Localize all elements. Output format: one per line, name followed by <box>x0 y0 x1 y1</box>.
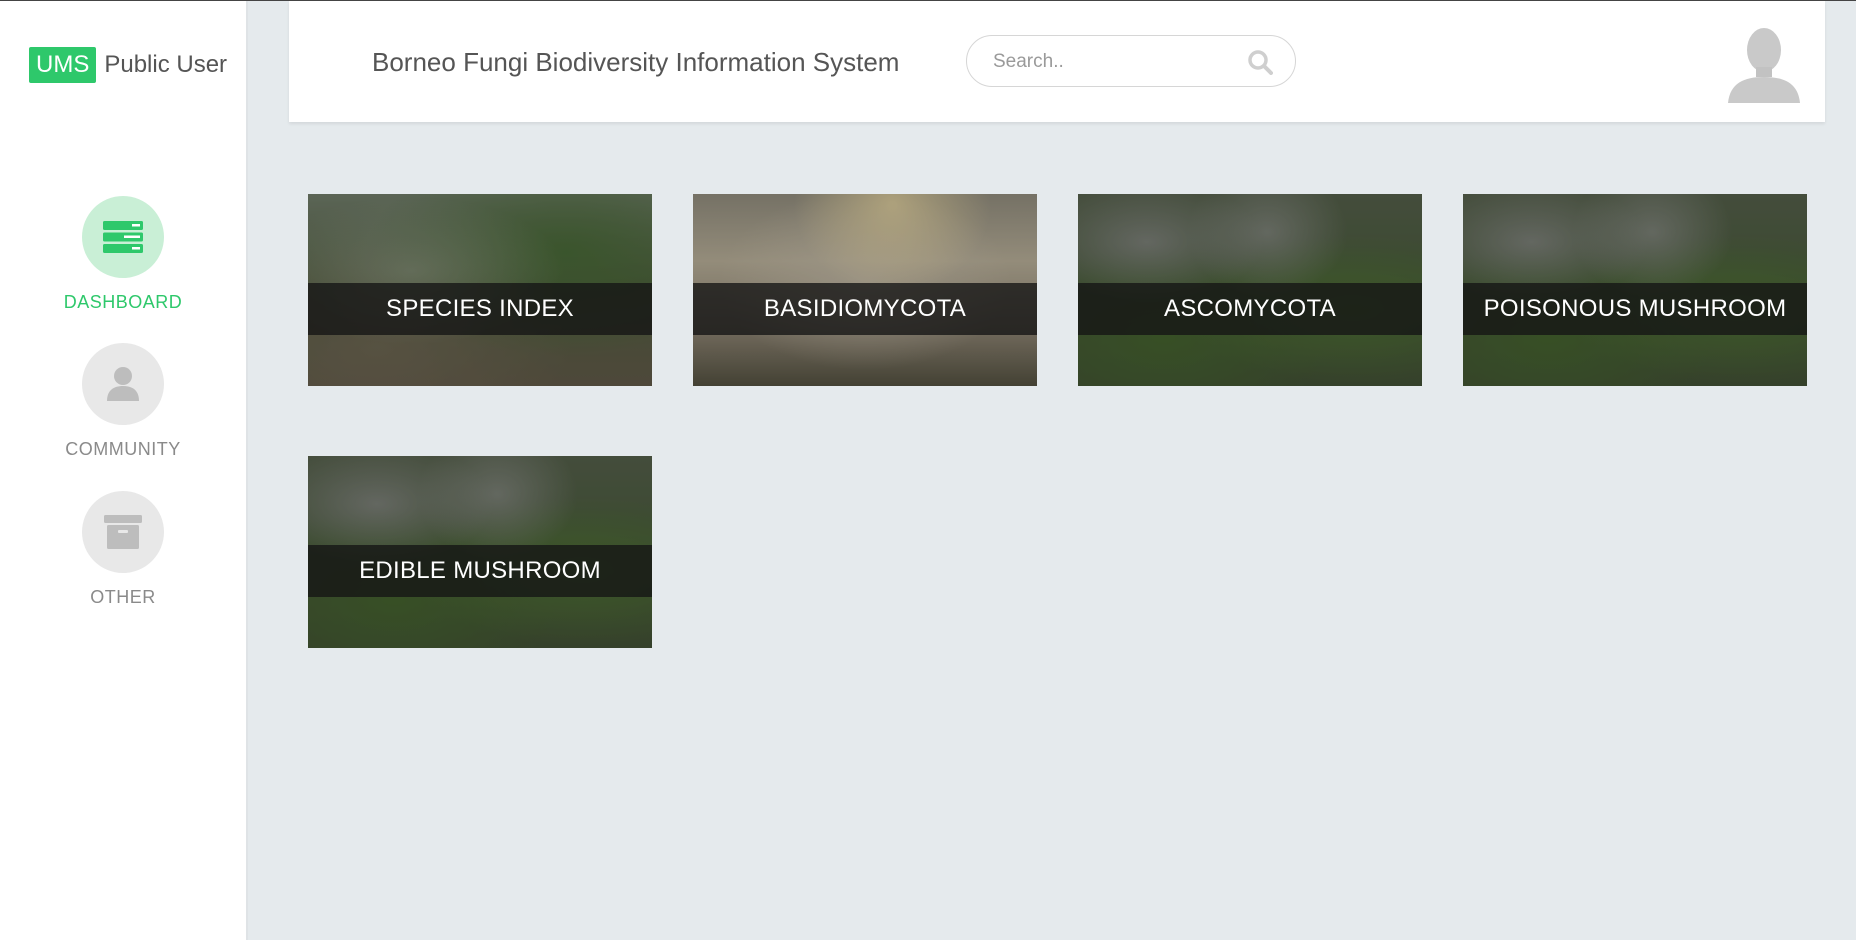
search-icon[interactable] <box>1247 49 1273 75</box>
archive-box-icon <box>104 515 142 549</box>
avatar[interactable] <box>1726 23 1802 103</box>
tile-label: EDIBLE MUSHROOM <box>359 557 601 584</box>
tile-label-band: ASCOMYCOTA <box>1078 283 1422 335</box>
tile-label: BASIDIOMYCOTA <box>763 295 967 322</box>
tile-label-band: BASIDIOMYCOTA <box>693 283 1037 335</box>
tile-label: ASCOMYCOTA <box>1164 295 1336 322</box>
tile-poisonous-mushroom[interactable]: POISONOUS MUSHROOM <box>1463 194 1807 386</box>
top-header: Borneo Fungi Biodiversity Information Sy… <box>289 1 1825 122</box>
tile-basidiomycota[interactable]: BASIDIOMYCOTA <box>693 194 1037 386</box>
dashboard-icon <box>103 221 143 253</box>
dashboard-icon-circle <box>82 196 164 278</box>
tile-label-band: EDIBLE MUSHROOM <box>308 545 652 597</box>
sidebar-item-label: DASHBOARD <box>63 292 183 312</box>
archive-box-icon-circle <box>82 491 164 573</box>
sidebar: UMS Public User DASHBOARD COMMUNITY OTHE… <box>0 1 248 940</box>
sidebar-item-other[interactable]: OTHER <box>0 491 246 608</box>
brand-text: Public User <box>104 51 228 78</box>
search-box[interactable] <box>966 35 1296 87</box>
user-icon <box>107 367 139 401</box>
tile-edible-mushroom[interactable]: EDIBLE MUSHROOM <box>308 456 652 648</box>
sidebar-item-dashboard[interactable]: DASHBOARD <box>0 196 246 313</box>
brand-logo[interactable]: UMS Public User <box>29 47 227 83</box>
tile-species-index[interactable]: SPECIES INDEX <box>308 194 652 386</box>
page-title: Borneo Fungi Biodiversity Information Sy… <box>372 47 900 77</box>
tile-label-band: SPECIES INDEX <box>308 283 652 335</box>
sidebar-item-label: OTHER <box>90 587 156 607</box>
brand-badge: UMS <box>29 47 97 83</box>
tile-ascomycota[interactable]: ASCOMYCOTA <box>1078 194 1422 386</box>
tile-label: POISONOUS MUSHROOM <box>1483 295 1787 322</box>
search-input[interactable] <box>991 48 1235 76</box>
sidebar-item-community[interactable]: COMMUNITY <box>0 343 246 460</box>
sidebar-item-label: COMMUNITY <box>65 439 181 459</box>
tile-label-band: POISONOUS MUSHROOM <box>1463 283 1807 335</box>
tile-label: SPECIES INDEX <box>386 295 574 322</box>
user-icon-circle <box>82 343 164 425</box>
